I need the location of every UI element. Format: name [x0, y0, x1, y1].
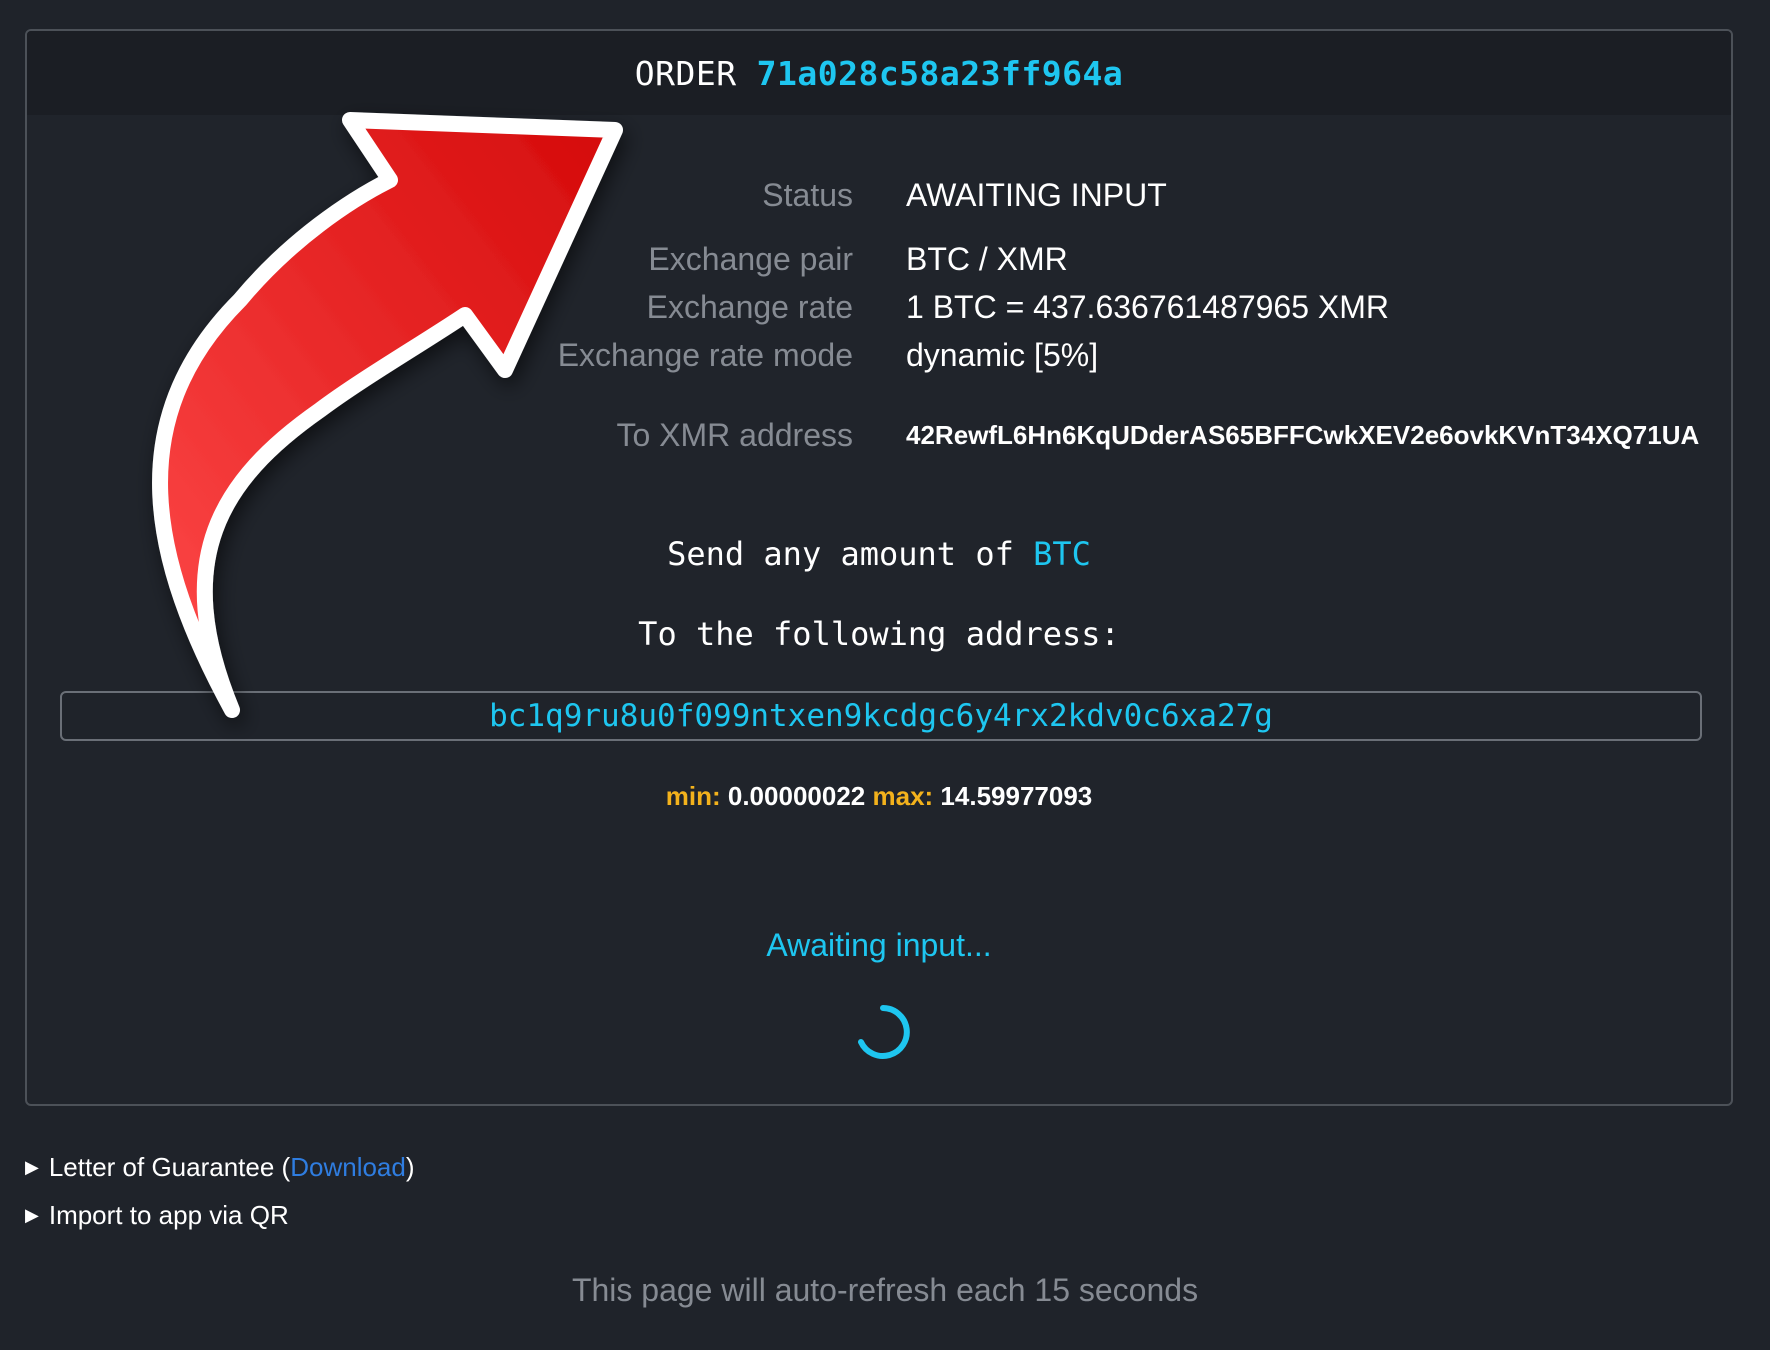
exchange-rate-mode-label: Exchange rate mode [557, 337, 853, 373]
min-value: 0.00000022 [727, 781, 866, 811]
letter-of-guarantee-toggle[interactable]: ▶ Letter of Guarantee (Download) [25, 1152, 415, 1183]
min-label: min: [665, 781, 721, 811]
import-qr-label: Import to app via QR [48, 1200, 289, 1230]
awaiting-status: Awaiting input... [766, 927, 992, 963]
order-label: ORDER [634, 53, 737, 93]
exchange-rate-value: 1 BTC = 437.636761487965 XMR [906, 289, 1389, 325]
to-address-label: To XMR address [616, 417, 853, 453]
send-currency: BTC [1033, 535, 1091, 573]
send-prefix: Send any amount of [667, 535, 1034, 573]
exchange-rate-row: Exchange rate 1 BTC = 437.636761487965 X… [27, 285, 1731, 329]
status-value: AWAITING INPUT [906, 177, 1167, 213]
exchange-rate-mode-row: Exchange rate mode dynamic [5%] [27, 333, 1731, 377]
to-address-value: 42RewfL6Hn6KqUDderAS65BFFCwkXEV2e6ovkKVn… [906, 420, 1700, 450]
to-address-row: To XMR address 42RewfL6Hn6KqUDderAS65BFF… [27, 413, 1731, 457]
download-link[interactable]: Download [290, 1152, 406, 1183]
exchange-pair-label: Exchange pair [648, 241, 853, 277]
guarantee-suffix: ) [405, 1152, 415, 1182]
exchange-rate-mode-value: dynamic [5%] [906, 337, 1099, 373]
order-header: ORDER 71a028c58a23ff964a [27, 31, 1731, 115]
auto-refresh-note: This page will auto-refresh each 15 seco… [571, 1272, 1199, 1308]
exchange-rate-label: Exchange rate [646, 289, 853, 325]
exchange-pair-row: Exchange pair BTC / XMR [27, 237, 1731, 281]
amount-limits: min: 0.00000022 max: 14.59977093 [27, 781, 1731, 812]
max-value: 14.59977093 [940, 781, 1093, 811]
exchange-pair-value: BTC / XMR [906, 241, 1068, 277]
triangle-right-icon: ▶ [25, 1205, 39, 1225]
triangle-right-icon: ▶ [25, 1157, 39, 1177]
max-label: max: [872, 781, 934, 811]
send-instruction: Send any amount of BTC [27, 535, 1731, 573]
to-following-address: To the following address: [638, 615, 1120, 653]
deposit-address-box[interactable]: bc1q9ru8u0f099ntxen9kcdgc6y4rx2kdv0c6xa2… [60, 691, 1702, 741]
order-id: 71a028c58a23ff964a [756, 53, 1124, 93]
loading-spinner-icon [858, 1005, 910, 1059]
order-card: ORDER 71a028c58a23ff964a Status AWAITING… [25, 29, 1733, 1106]
guarantee-prefix: Letter of Guarantee ( [48, 1152, 291, 1182]
status-row: Status AWAITING INPUT [27, 173, 1731, 217]
import-qr-toggle[interactable]: ▶ Import to app via QR [25, 1200, 289, 1231]
status-label: Status [762, 177, 853, 213]
